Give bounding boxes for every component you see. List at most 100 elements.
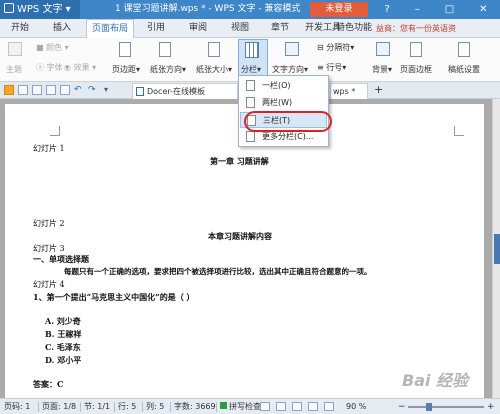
- wps-logo-icon: [4, 3, 14, 13]
- text-direction-button[interactable]: 文字方向▾: [272, 64, 308, 75]
- view-mode-web-icon[interactable]: [324, 402, 334, 411]
- page-border-icon: [410, 42, 422, 57]
- vertical-scrollbar[interactable]: [492, 99, 500, 398]
- columns-icon: [245, 42, 259, 58]
- minimize-icon[interactable]: –: [415, 0, 420, 19]
- slide-label-4: 幻灯片 4: [33, 280, 65, 289]
- one-column-label: 一栏(O): [262, 81, 291, 90]
- menu-home[interactable]: 开始: [4, 19, 36, 38]
- window-title: 1 课堂习题讲解.wps * - WPS 文字 - 兼容模式: [115, 4, 301, 14]
- maximize-icon[interactable]: □: [445, 0, 454, 19]
- view-mode-reading-icon[interactable]: [292, 402, 302, 411]
- save-icon[interactable]: [18, 85, 28, 95]
- question-1: 1、第一个提出“马克思主义中国化”的是（ ）: [33, 292, 195, 302]
- zoom-in-icon[interactable]: +: [487, 399, 495, 414]
- chapter-title: 第一章 习题讲解: [210, 156, 269, 166]
- orientation-button[interactable]: 纸张方向▾: [150, 64, 186, 75]
- margins-button[interactable]: 页边距▾: [112, 64, 140, 75]
- heading-single-choice: 一、单项选择题: [33, 254, 89, 264]
- more-columns-label: 更多分栏(C)...: [262, 132, 314, 141]
- theme-button[interactable]: 主题: [6, 64, 22, 75]
- slide-label-3: 幻灯片 3: [33, 244, 65, 253]
- print-icon[interactable]: [32, 85, 42, 95]
- undo-icon[interactable]: ↶: [74, 85, 84, 95]
- margins-icon: [119, 42, 131, 57]
- spellcheck-icon: [220, 402, 227, 409]
- menu-page-layout[interactable]: 页面布局: [86, 19, 134, 39]
- two-columns-icon: [246, 97, 255, 108]
- option-c: C. 毛泽东: [45, 342, 81, 352]
- highlight-ring: [244, 111, 332, 132]
- window-controls: ? – □ ✕: [372, 0, 500, 19]
- app-menu-button[interactable]: WPS 文字 ▾: [0, 0, 80, 19]
- paper-settings-button[interactable]: 稿纸设置: [448, 64, 480, 75]
- view-mode-outline-icon[interactable]: [308, 402, 318, 411]
- option-b: B. 王稼祥: [45, 329, 82, 339]
- tab-document[interactable]: wps *: [330, 83, 368, 99]
- zoom-level[interactable]: 90 %: [346, 399, 366, 414]
- zoom-slider[interactable]: [408, 406, 484, 408]
- dropdown-one-column[interactable]: 一栏(O): [240, 78, 327, 94]
- margins-label: 页边距: [112, 65, 136, 74]
- paper-settings-icon: [458, 42, 470, 57]
- breaks-button[interactable]: ⊟ 分隔符▾: [317, 42, 354, 53]
- instruction-text: 每题只有一个正确的选项，要求把四个被选择项进行比较，选出其中正确且符合题意的一项…: [64, 267, 372, 276]
- menu-view[interactable]: 视图: [224, 19, 256, 38]
- paper-size-icon: [208, 42, 220, 57]
- spellcheck-label: 拼写检查: [229, 402, 261, 411]
- promo-tip[interactable]: 益商：您有一份英语资: [376, 19, 456, 38]
- menu-features[interactable]: 特色功能: [330, 19, 378, 38]
- effects-label: 效果: [73, 63, 90, 72]
- title-bar: WPS 文字 ▾ 1 课堂习题讲解.wps * - WPS 文字 - 兼容模式 …: [0, 0, 500, 19]
- option-a: A. 刘少奇: [45, 316, 81, 326]
- docer-icon: [136, 87, 144, 96]
- background-button[interactable]: 背景▾: [372, 64, 392, 75]
- view-mode-print-icon[interactable]: [260, 402, 270, 411]
- quick-access-more-icon[interactable]: ▾: [104, 85, 114, 95]
- colors-button[interactable]: ■ 颜色 ▾: [36, 42, 69, 53]
- view-mode-fullscreen-icon[interactable]: [276, 402, 286, 411]
- line-numbers-button[interactable]: ≡ 行号▾: [317, 62, 346, 73]
- redo-icon[interactable]: ↷: [88, 85, 98, 95]
- new-tab-button[interactable]: +: [374, 83, 383, 97]
- tab-docer[interactable]: Docer-在线模板: [132, 83, 238, 99]
- menu-insert[interactable]: 插入: [46, 19, 78, 38]
- scrollbar-thumb[interactable]: [494, 234, 500, 264]
- one-column-icon: [246, 80, 255, 91]
- print-preview-icon[interactable]: [46, 85, 56, 95]
- spellcheck-toggle[interactable]: 拼写检查: [220, 399, 261, 414]
- effects-button[interactable]: ◎ 效果 ▾: [64, 62, 96, 73]
- text-direction-label: 文字方向: [272, 65, 304, 74]
- help-icon[interactable]: ?: [384, 0, 389, 19]
- status-separator: [142, 402, 143, 412]
- status-word-count[interactable]: 字数: 3669: [174, 399, 216, 414]
- close-icon[interactable]: ✕: [479, 0, 487, 19]
- menu-review[interactable]: 审阅: [182, 19, 214, 38]
- zoom-slider-knob[interactable]: [426, 403, 432, 411]
- more-columns-icon: [246, 131, 255, 142]
- login-button[interactable]: 未登录: [310, 2, 368, 17]
- status-separator: [38, 402, 39, 412]
- page-border-button[interactable]: 页面边框: [400, 64, 432, 75]
- colors-label: 颜色: [46, 43, 63, 52]
- status-section: 节: 1/1: [84, 402, 111, 411]
- status-bar: 页码: 1 页面: 1/8 节: 1/1 行: 5 列: 5 字数: 3669 …: [0, 398, 500, 414]
- status-separator: [216, 402, 217, 412]
- status-pages[interactable]: 页面: 1/8: [42, 399, 76, 414]
- open-icon[interactable]: [4, 85, 14, 95]
- menu-chapter[interactable]: 章节: [264, 19, 296, 38]
- line-numbers-label: 行号: [326, 63, 343, 72]
- dropdown-two-columns[interactable]: 两栏(W): [240, 95, 327, 111]
- margin-mark-top-right: [454, 126, 464, 136]
- menu-references[interactable]: 引用: [140, 19, 172, 38]
- background-icon: [376, 42, 390, 56]
- status-row: 行: 5: [118, 402, 137, 411]
- zoom-out-icon[interactable]: −: [398, 399, 406, 414]
- format-painter-icon[interactable]: [60, 85, 70, 95]
- breaks-label: 分隔符: [326, 43, 351, 52]
- paper-size-button[interactable]: 纸张大小▾: [196, 64, 232, 75]
- section-title: 本章习题讲解内容: [208, 231, 272, 241]
- font-label: 字体: [46, 63, 63, 72]
- answer-text: 答案：C: [33, 379, 64, 389]
- slide-label-1: 幻灯片 1: [33, 144, 65, 153]
